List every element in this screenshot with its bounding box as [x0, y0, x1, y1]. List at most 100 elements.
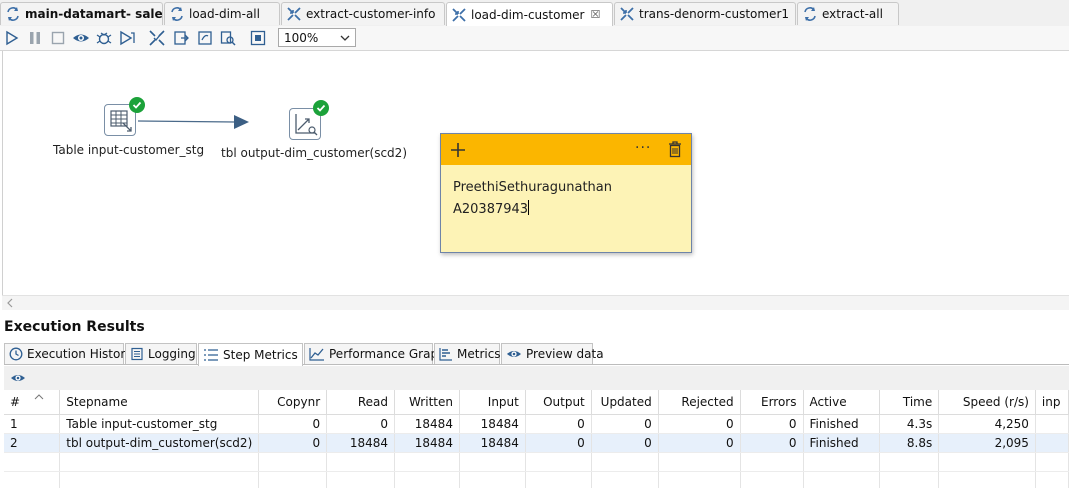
transformation-icon [287, 7, 301, 21]
tab-load-dim-customer[interactable]: load-dim-customer ☒ [446, 2, 613, 26]
tab-label: Logging [148, 347, 196, 361]
column-header[interactable]: Speed (r/s) [938, 390, 1036, 415]
tab-label: Metrics [457, 347, 501, 361]
tab-label: Preview data [526, 347, 604, 361]
column-header[interactable]: Input [459, 390, 526, 415]
table-cell: 18484 [394, 433, 460, 453]
text-caret [528, 200, 530, 215]
table-cell: 0 [658, 433, 741, 453]
note-line: A20387943 [453, 202, 529, 217]
table-cell: Finished [803, 414, 881, 434]
column-header[interactable]: Read [326, 390, 396, 415]
job-icon [171, 7, 183, 21]
impact-button[interactable] [172, 29, 190, 47]
close-tab-icon[interactable]: ☒ [590, 8, 600, 21]
tab-label: Step Metrics [223, 348, 298, 362]
step-metrics-table: # Stepname Copynr Read Written Input Out… [4, 390, 1069, 488]
step-label: Table input-customer_stg [53, 143, 205, 157]
tab-extract-all[interactable]: extract-all [797, 2, 899, 25]
zoom-select[interactable]: 100% [278, 28, 356, 47]
table-cell: 0 [525, 414, 592, 434]
table-row-empty [4, 452, 1069, 472]
column-header[interactable]: Written [394, 390, 460, 415]
table-cell: tbl output-dim_customer(scd2) [59, 433, 260, 453]
play-icon [6, 30, 19, 46]
canvas-horizontal-scrollbar[interactable] [2, 295, 1069, 310]
column-header[interactable]: Updated [591, 390, 659, 415]
table-cell: Finished [803, 433, 881, 453]
note-text[interactable]: PreethiSethuragunathan A20387943 [441, 165, 691, 233]
eye-icon[interactable] [10, 371, 26, 385]
column-header[interactable]: Copynr [258, 390, 328, 415]
table-cell: 0 [591, 433, 659, 453]
column-header[interactable]: Active [803, 390, 881, 415]
replay-icon [120, 30, 135, 46]
debug-button[interactable] [95, 29, 113, 47]
table-cell: 8.8s [879, 433, 940, 453]
replay-button[interactable] [118, 29, 136, 47]
explore-db-icon [220, 31, 236, 46]
table-cell: 4.3s [879, 414, 940, 434]
table-cell: 18484 [394, 414, 460, 434]
verify-button[interactable] [148, 29, 166, 47]
column-header[interactable]: inp [1035, 390, 1069, 415]
canvas-note[interactable]: ··· PreethiSethuragunathan A20387943 [440, 133, 692, 253]
tab-label: Execution History [27, 347, 133, 361]
tab-metrics[interactable]: Metrics [434, 343, 501, 364]
success-check-icon [129, 97, 145, 113]
transformation-icon [452, 7, 466, 22]
table-cell: 18484 [326, 433, 396, 453]
table-row-empty [4, 471, 1069, 488]
more-options-icon[interactable]: ··· [635, 140, 651, 156]
table-cell [1035, 414, 1069, 434]
stop-button[interactable] [49, 29, 67, 47]
table-row[interactable]: 1 Table input-customer_stg 0 0 18484 184… [4, 414, 1069, 434]
success-check-icon [313, 100, 329, 116]
column-header[interactable]: Stepname [59, 390, 260, 415]
zoom-value: 100% [284, 30, 319, 45]
show-results-button[interactable] [249, 29, 267, 47]
column-header[interactable]: Errors [740, 390, 804, 415]
tab-label: Performance Graph [329, 347, 446, 361]
explore-db-button[interactable] [219, 29, 237, 47]
tab-logging[interactable]: Logging [125, 343, 197, 364]
add-icon[interactable] [450, 142, 466, 158]
sql-button[interactable] [196, 29, 214, 47]
execution-results-title: Execution Results [4, 319, 145, 335]
preview-button[interactable] [72, 29, 90, 47]
table-cell: 2 [4, 433, 61, 453]
tab-execution-history[interactable]: Execution History [4, 343, 132, 364]
tab-main-datamart-sales[interactable]: main-datamart- sales [0, 2, 163, 25]
table-cell: 0 [258, 433, 328, 453]
table-cell [1035, 433, 1069, 453]
tab-label: extract-customer-info [306, 7, 436, 21]
tab-preview-data[interactable]: Preview data [501, 343, 604, 364]
tab-extract-customer-info[interactable]: extract-customer-info [281, 2, 445, 25]
delete-icon[interactable] [668, 141, 682, 158]
pause-icon [30, 32, 40, 44]
column-header[interactable]: Rejected [658, 390, 741, 415]
sql-icon [198, 31, 212, 45]
run-button[interactable] [3, 29, 21, 47]
table-cell: 0 [258, 414, 328, 434]
table-cell: 0 [326, 414, 396, 434]
graph-icon [309, 348, 324, 361]
stop-icon [51, 31, 65, 45]
column-header[interactable]: Output [525, 390, 592, 415]
note-line: PreethiSethuragunathan [453, 180, 612, 195]
history-icon [9, 347, 23, 361]
chevron-left-icon[interactable] [6, 298, 14, 308]
pause-button[interactable] [26, 29, 44, 47]
table-cell: 0 [740, 433, 804, 453]
column-header[interactable]: Time [879, 390, 940, 415]
log-icon [131, 347, 143, 361]
job-icon [804, 7, 816, 21]
step-metrics-toolbar [4, 366, 1069, 390]
table-row[interactable]: 2 tbl output-dim_customer(scd2) 0 18484 … [4, 433, 1069, 453]
tab-load-dim-all[interactable]: load-dim-all [164, 2, 280, 25]
tab-trans-denorm-customer1[interactable]: trans-denorm-customer1 [614, 2, 796, 25]
column-header[interactable]: # [4, 390, 61, 415]
tab-step-metrics[interactable]: Step Metrics [198, 343, 303, 366]
metrics-icon [439, 348, 452, 361]
tab-performance-graph[interactable]: Performance Graph [304, 343, 446, 364]
